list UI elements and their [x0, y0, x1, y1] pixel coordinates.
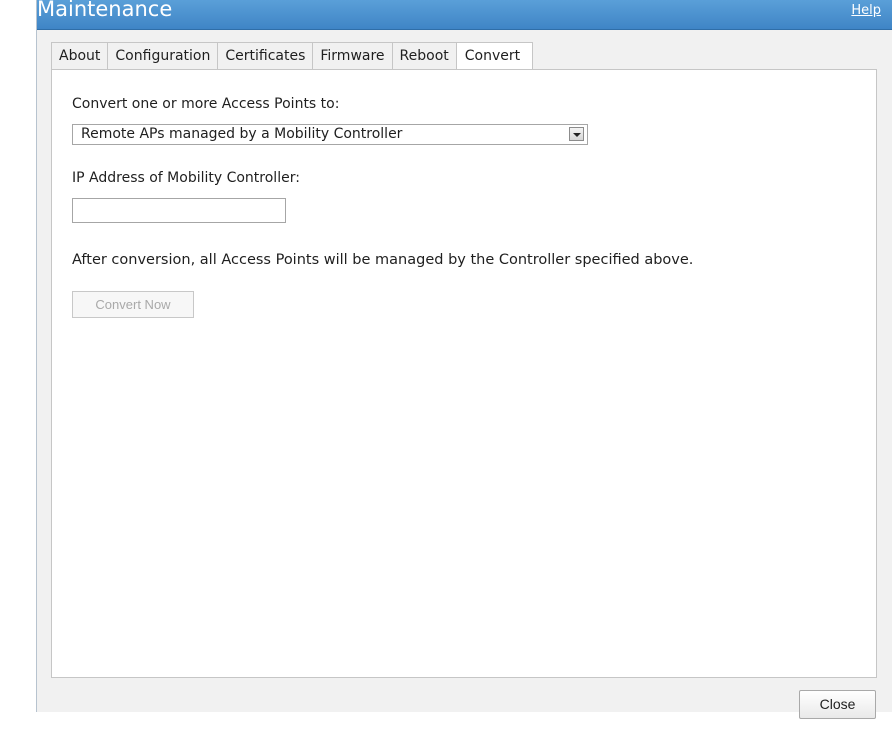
conversion-note: After conversion, all Access Points will… [72, 252, 694, 268]
dialog-title: Maintenance [37, 0, 173, 21]
tab-about[interactable]: About [52, 43, 109, 70]
help-link[interactable]: Help [851, 3, 881, 18]
tab-certificates[interactable]: Certificates [218, 43, 314, 70]
convert-now-button[interactable]: Convert Now [72, 291, 194, 318]
ip-address-input[interactable] [72, 198, 286, 223]
maintenance-dialog: Maintenance Help About Configuration Cer… [36, 0, 892, 719]
convert-target-label: Convert one or more Access Points to: [72, 96, 340, 112]
tab-configuration[interactable]: Configuration [108, 43, 219, 70]
ip-address-label: IP Address of Mobility Controller: [72, 170, 300, 186]
convert-panel: Convert one or more Access Points to: Re… [51, 69, 877, 678]
dialog-titlebar: Maintenance Help [37, 0, 892, 30]
tab-firmware[interactable]: Firmware [313, 43, 393, 70]
convert-target-select-value: Remote APs managed by a Mobility Control… [81, 126, 403, 142]
convert-target-select[interactable]: Remote APs managed by a Mobility Control… [72, 124, 588, 145]
tab-bar: About Configuration Certificates Firmwar… [51, 42, 534, 70]
chevron-down-icon[interactable] [569, 127, 584, 141]
close-button[interactable]: Close [799, 690, 876, 719]
tab-convert[interactable]: Convert [456, 43, 534, 70]
tab-reboot[interactable]: Reboot [392, 43, 457, 70]
